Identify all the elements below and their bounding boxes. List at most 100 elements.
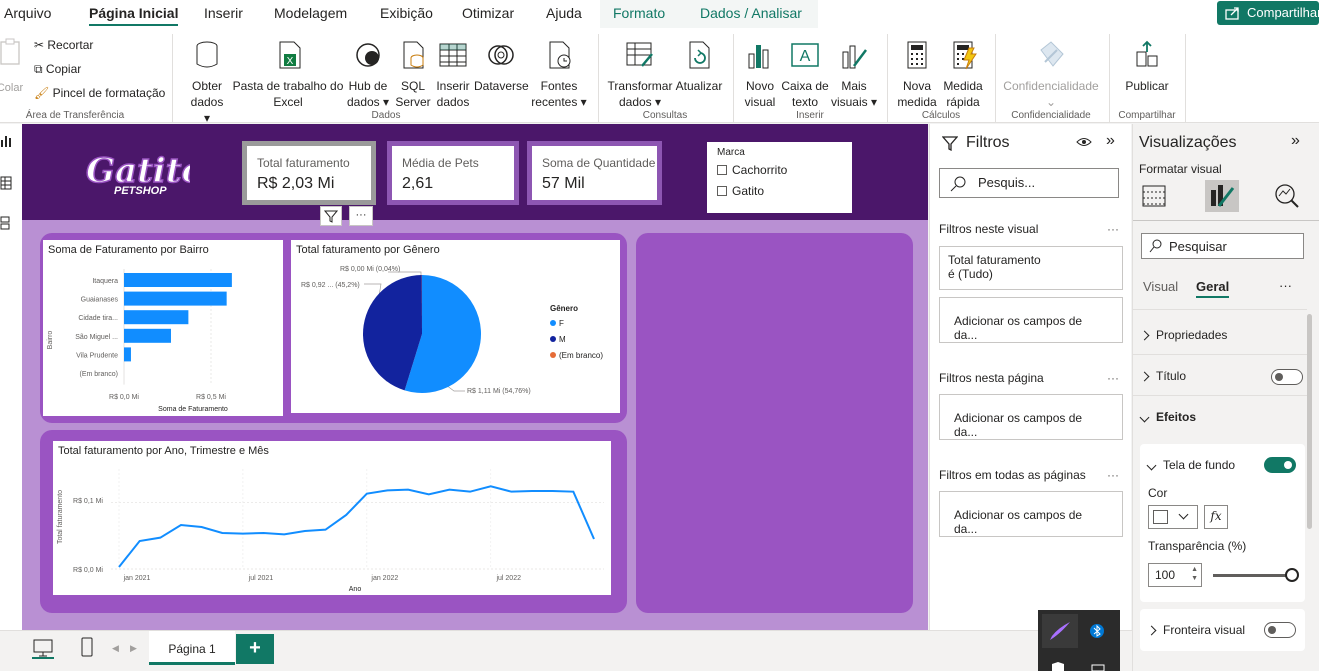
prev-page-icon[interactable]: ◀ [112,643,119,654]
transform-data-button[interactable]: Transformar dados ▾ [606,34,674,110]
x-axis-title: Soma de Faturamento [158,406,228,413]
menu-formato[interactable]: Formato [613,5,665,21]
desktop-layout-icon[interactable] [33,639,53,657]
copy-button[interactable]: ⧉ Copiar [34,62,81,77]
background-toggle[interactable] [1264,457,1296,473]
slicer-option-cachorrito[interactable]: Cachorrito [717,163,787,177]
report-view-icon[interactable] [0,134,12,148]
color-swatch [1153,510,1168,524]
genero-pie-chart[interactable]: Total faturamento por Gênero R$ 0,00 Mi … [291,240,620,413]
sensitivity-button[interactable]: Confidencialidade ⌄ [1000,34,1102,110]
format-painter-button[interactable]: 🖌 Pincel de formatação [34,86,165,100]
visual-filter-button[interactable] [320,206,342,226]
visualizations-search-input[interactable]: Pesquisar [1141,233,1304,259]
build-visual-icon[interactable] [1141,182,1169,210]
more-visuals-button[interactable]: Mais visuais ▾ [830,34,878,110]
quick-measure-button[interactable]: Medida rápida [940,34,986,110]
pie-chart-svg: R$ 0,00 Mi (0,04%) R$ 0,92 ... (45,2%) R… [301,266,603,395]
kpi-card-media-pets[interactable]: Média de Pets 2,61 [387,141,519,205]
device-icon[interactable] [1090,664,1106,671]
background-section[interactable]: Tela de fundo [1146,458,1235,472]
tray-item[interactable] [1042,614,1078,648]
add-fields-page[interactable]: Adicionar os campos de da... [939,394,1123,440]
more-options-icon[interactable]: ··· [1107,371,1119,385]
format-visual-tab[interactable] [1205,180,1239,212]
excel-button[interactable]: X Pasta de trabalho do Excel [231,34,345,110]
recent-sources-label-1: Fontes [540,79,578,93]
dataverse-button[interactable]: Dataverse [474,34,529,94]
recent-sources-button[interactable]: Fontes recentes ▾ [530,34,588,110]
page-tab-1[interactable]: Página 1 [149,631,235,665]
kpi-label: Soma de Quantidade [542,156,656,170]
spinner-icon[interactable]: ▲ ▼ [1191,565,1198,583]
fx-button[interactable]: fx [1204,505,1228,529]
kpi-card-total-faturamento[interactable]: Total faturamento R$ 2,03 Mi [242,141,376,205]
publish-button[interactable]: Publicar [1120,34,1174,94]
menu-ajuda[interactable]: Ajuda [546,5,582,21]
new-visual-button[interactable]: Novo visual [742,34,778,110]
border-section[interactable]: Fronteira visual [1146,623,1245,637]
next-page-icon[interactable]: ▶ [130,643,137,654]
filter-card-total-faturamento[interactable]: Total faturamento é (Tudo) [939,246,1123,290]
y-tick: R$ 0,0 Mi [73,567,103,574]
collapse-filters-icon[interactable]: » [1106,132,1115,150]
more-options-icon[interactable]: ··· [1107,222,1119,236]
table-view-icon[interactable] [0,176,12,190]
add-fields-all-pages[interactable]: Adicionar os campos de da... [939,491,1123,537]
checkbox[interactable] [717,165,727,175]
tab-geral[interactable]: Geral [1196,279,1230,298]
menu-inserir[interactable]: Inserir [204,5,243,21]
add-page-button[interactable]: + [236,634,274,664]
model-view-icon[interactable] [0,216,12,230]
bar [124,291,227,306]
tab-visual[interactable]: Visual [1143,279,1178,294]
menu-otimizar[interactable]: Otimizar [462,5,514,21]
color-picker[interactable] [1148,505,1198,529]
quick-measure-label-1: Medida [943,79,983,93]
time-line-chart[interactable]: Total faturamento por Ano, Trimestre e M… [53,441,611,595]
text-box-button[interactable]: A Caixa de texto [780,34,830,110]
mobile-layout-icon[interactable] [80,637,94,657]
slider-thumb[interactable] [1285,568,1299,582]
bar [124,328,171,343]
sql-server-button[interactable]: SQL Server [394,34,432,110]
transparency-slider[interactable] [1213,574,1291,577]
bluetooth-icon[interactable] [1090,622,1104,640]
cut-button[interactable]: ✂ Recortar [34,38,93,52]
bairro-bar-chart[interactable]: Soma de Faturamento por Bairro Bairro So… [43,240,283,416]
scissors-icon: ✂ [34,38,48,52]
menu-arquivo[interactable]: Arquivo [4,5,51,21]
transparency-input[interactable]: 100 ▲ ▼ [1148,563,1202,587]
share-button[interactable]: Compartilhar [1217,1,1319,25]
checkbox[interactable] [717,186,727,196]
shield-icon[interactable] [1050,662,1066,671]
analytics-icon[interactable] [1273,182,1301,210]
chevron-down-icon [1139,412,1150,423]
menu-exibicao[interactable]: Exibição [380,5,433,21]
data-hub-button[interactable]: Hub de dados ▾ [344,34,392,110]
excel-icon: X [279,41,301,69]
properties-section[interactable]: Propriedades [1139,328,1305,342]
paste-button[interactable]: Colar [0,38,24,96]
slicer-option-gatito[interactable]: Gatito [717,184,764,198]
refresh-button[interactable]: Atualizar [674,34,724,94]
filters-search-input[interactable]: Pesquis... [939,168,1119,198]
quick-measure-label-2: rápida [946,95,980,109]
more-options-icon[interactable]: ··· [1107,468,1119,482]
new-measure-button[interactable]: Nova medida [896,34,938,110]
enter-data-button[interactable]: Inserir dados [433,34,473,110]
title-toggle[interactable] [1271,369,1303,385]
eye-icon[interactable] [1076,136,1092,148]
menu-dados-analisar[interactable]: Dados / Analisar [700,5,802,21]
menu-modelagem[interactable]: Modelagem [274,5,347,21]
more-options-icon[interactable]: ··· [1279,278,1292,293]
menu-pagina-inicial[interactable]: Página Inicial [89,5,179,26]
border-toggle[interactable] [1264,622,1296,638]
kpi-card-soma-quantidade[interactable]: Soma de Quantidade 57 Mil [527,141,662,205]
add-fields-visual[interactable]: Adicionar os campos de da... [939,297,1123,343]
scrollbar[interactable] [1307,314,1312,529]
visual-more-options-button[interactable]: ··· [349,206,373,226]
chevron-right-icon [1146,625,1157,636]
collapse-visualizations-icon[interactable]: » [1291,132,1300,150]
effects-section[interactable]: Efeitos [1139,410,1305,424]
